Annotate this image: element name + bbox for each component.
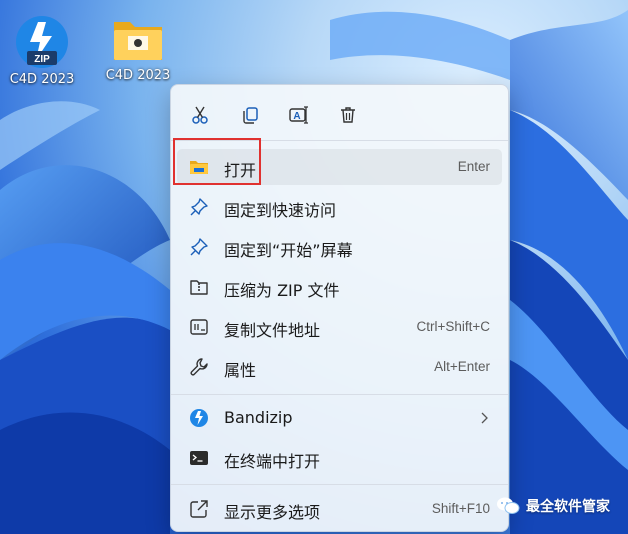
- delete-button[interactable]: [330, 97, 366, 133]
- quick-action-bar: A: [171, 97, 508, 133]
- wrench-icon: [190, 358, 208, 376]
- copy-icon: [243, 107, 258, 124]
- menu-item-label: 复制文件地址: [224, 321, 321, 340]
- menu-item-shortcut: Ctrl+Shift+C: [416, 319, 490, 334]
- trash-icon: [341, 107, 355, 123]
- highlight-annotation-box: [173, 138, 261, 185]
- menu-item-bandizip[interactable]: Bandizip: [177, 400, 502, 436]
- menu-item-label: Bandizip: [224, 408, 293, 427]
- menu-item-label: 显示更多选项: [224, 503, 321, 522]
- svg-text:A: A: [293, 111, 300, 122]
- svg-text:ZIP: ZIP: [34, 54, 50, 65]
- desktop-icon-label: C4D 2023: [105, 68, 171, 83]
- desktop-icon-folder[interactable]: C4D 2023: [96, 14, 180, 83]
- wechat-icon: [497, 497, 520, 514]
- menu-item-shortcut: Alt+Enter: [434, 359, 490, 374]
- menu-item-label: 属性: [224, 361, 257, 380]
- rename-icon: A: [289, 106, 308, 124]
- pin-icon: [190, 238, 208, 256]
- menu-item-properties[interactable]: 属性 Alt+Enter: [177, 349, 502, 385]
- watermark-text: 最全软件管家: [526, 499, 610, 515]
- rename-button[interactable]: A: [281, 97, 317, 133]
- menu-item-label: 固定到快速访问: [224, 201, 337, 220]
- menu-item-shortcut: Enter: [457, 159, 490, 174]
- cut-button[interactable]: [182, 97, 218, 133]
- menu-item-pin-quick-access[interactable]: 固定到快速访问: [177, 189, 502, 225]
- menu-item-compress-zip[interactable]: 压缩为 ZIP 文件: [177, 269, 502, 305]
- zip-icon: [190, 280, 208, 295]
- menu-separator: [171, 394, 508, 395]
- bandizip-icon: [190, 409, 208, 427]
- menu-item-show-more-options[interactable]: 显示更多选项 Shift+F10: [177, 491, 502, 527]
- menu-item-pin-start[interactable]: 固定到“开始”屏幕: [177, 229, 502, 265]
- menu-item-label: 在终端中打开: [224, 452, 321, 471]
- chevron-right-icon: [481, 412, 488, 424]
- watermark: 最全软件管家: [496, 496, 610, 516]
- menu-item-copy-path[interactable]: 复制文件地址 Ctrl+Shift+C: [177, 309, 502, 345]
- copy-button[interactable]: [232, 97, 268, 133]
- pin-icon: [190, 198, 208, 216]
- desktop-icon-label: C4D 2023: [9, 72, 75, 87]
- menu-item-open-terminal[interactable]: 在终端中打开: [177, 440, 502, 476]
- bandizip-zip-icon: ZIP: [16, 16, 68, 68]
- folder-icon: [114, 22, 162, 60]
- menu-item-shortcut: Shift+F10: [431, 501, 490, 516]
- path-icon: [190, 319, 208, 335]
- desktop-icon-zip[interactable]: ZIP C4D 2023: [0, 14, 84, 87]
- share-icon: [190, 500, 208, 518]
- menu-item-label: 固定到“开始”屏幕: [224, 241, 353, 260]
- terminal-icon: [190, 451, 208, 465]
- scissors-icon: [192, 106, 208, 124]
- menu-separator: [171, 484, 508, 485]
- menu-item-label: 压缩为 ZIP 文件: [224, 281, 340, 300]
